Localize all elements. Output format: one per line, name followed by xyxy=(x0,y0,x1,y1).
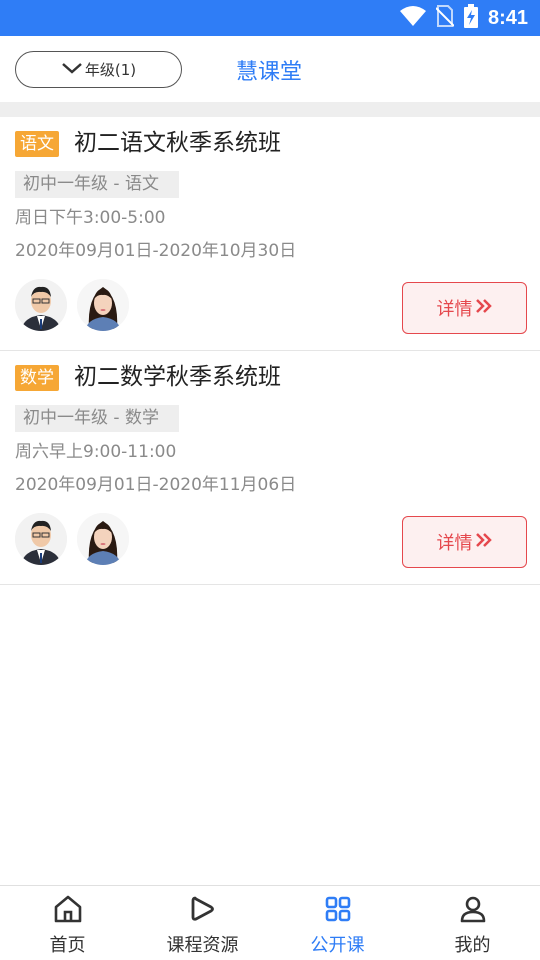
chevron-down-icon xyxy=(61,61,83,79)
status-bar: 8:41 xyxy=(0,0,540,36)
teacher-avatar-female xyxy=(77,513,129,565)
tab-label: 课程资源 xyxy=(166,935,239,956)
no-sim-icon xyxy=(435,5,455,31)
course-date-range: 2020年09月01日-2020年11月06日 xyxy=(15,475,297,495)
course-card[interactable]: 数学 初二数学秋季系统班 初中一年级 - 数学 周六早上9:00-11:00 2… xyxy=(0,351,540,585)
grade-tag: 初中一年级 - 数学 xyxy=(15,405,179,432)
course-card[interactable]: 语文 初二语文秋季系统班 初中一年级 - 语文 周日下午3:00-5:00 20… xyxy=(0,117,540,351)
course-schedule: 周六早上9:00-11:00 xyxy=(15,442,177,462)
section-divider xyxy=(0,102,540,117)
teacher-avatar-female xyxy=(77,279,129,331)
subject-tag: 数学 xyxy=(15,365,59,391)
battery-charging-icon xyxy=(463,4,478,32)
grade-tag: 初中一年级 - 语文 xyxy=(15,171,179,198)
subject-tag: 语文 xyxy=(15,131,59,157)
grade-filter-label: 年级(1) xyxy=(84,61,137,79)
detail-button-label: 详情 xyxy=(436,299,473,320)
teacher-avatar-male xyxy=(15,513,67,565)
course-schedule: 周日下午3:00-5:00 xyxy=(15,208,166,228)
wifi-icon xyxy=(399,6,426,30)
tab-label: 首页 xyxy=(49,935,86,956)
double-chevron-right-icon xyxy=(475,532,493,553)
course-date-range: 2020年09月01日-2020年10月30日 xyxy=(15,241,297,261)
tab-open-class[interactable]: 公开课 xyxy=(270,886,405,960)
tab-course-resources[interactable]: 课程资源 xyxy=(135,886,270,960)
detail-button-label: 详情 xyxy=(436,533,473,554)
top-bar: 年级(1) 慧课堂 xyxy=(0,36,540,102)
tab-label: 我的 xyxy=(454,935,491,956)
double-chevron-right-icon xyxy=(475,298,493,319)
detail-button[interactable]: 详情 xyxy=(402,282,527,334)
grade-filter-dropdown[interactable]: 年级(1) xyxy=(15,51,182,88)
page-title: 慧课堂 xyxy=(236,60,303,85)
tab-mine[interactable]: 我的 xyxy=(405,886,540,960)
detail-button[interactable]: 详情 xyxy=(402,516,527,568)
tab-home[interactable]: 首页 xyxy=(0,886,135,960)
teacher-avatar-male xyxy=(15,279,67,331)
status-time: 8:41 xyxy=(487,6,528,29)
course-title: 初二语文秋季系统班 xyxy=(74,130,281,156)
status-icons: 8:41 xyxy=(399,0,528,36)
course-title: 初二数学秋季系统班 xyxy=(74,364,281,390)
tab-label: 公开课 xyxy=(310,935,365,956)
grid-icon xyxy=(324,895,352,927)
user-icon xyxy=(459,895,487,927)
home-icon xyxy=(53,895,83,927)
play-icon xyxy=(189,895,217,927)
bottom-tab-bar: 首页 课程资源 公开课 我的 xyxy=(0,885,540,960)
